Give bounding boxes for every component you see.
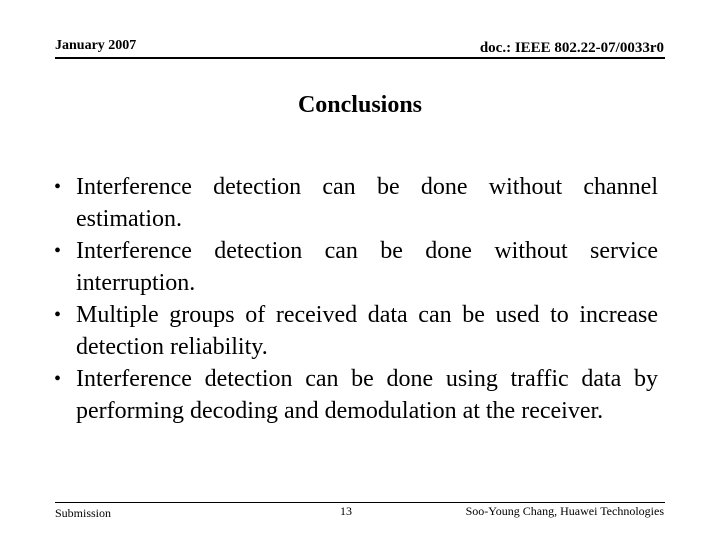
footer-submission: Submission bbox=[55, 506, 112, 520]
header-doc-id: doc.: IEEE 802.22-07/0033r0 bbox=[479, 40, 664, 56]
header-date: January 2007 bbox=[55, 38, 137, 53]
footer-author: Soo-Young Chang, Huawei Technologies bbox=[465, 504, 664, 518]
footer-page-number: 13 bbox=[340, 504, 352, 518]
bullet-item: • Multiple groups of received data can b… bbox=[54, 299, 658, 363]
bullet-text: Interference detection can be done witho… bbox=[76, 174, 658, 232]
bullet-item: • Interference detection can be done wit… bbox=[54, 171, 658, 235]
bullet-icon: • bbox=[54, 176, 62, 198]
slide: January 2007 doc.: IEEE 802.22-07/0033r0… bbox=[0, 0, 720, 540]
footer-divider bbox=[55, 502, 665, 503]
bullet-icon: • bbox=[54, 304, 62, 326]
bullet-item: • Interference detection can be done usi… bbox=[54, 363, 658, 427]
bullet-icon: • bbox=[54, 368, 62, 390]
header-divider bbox=[55, 57, 665, 59]
bullet-text: Multiple groups of received data can be … bbox=[76, 302, 658, 360]
bullet-icon: • bbox=[54, 240, 62, 262]
bullet-list: • Interference detection can be done wit… bbox=[54, 171, 658, 427]
bullet-text: Interference detection can be done witho… bbox=[76, 238, 658, 296]
bullet-text: Interference detection can be done using… bbox=[76, 366, 658, 424]
slide-title: Conclusions bbox=[297, 92, 423, 118]
bullet-item: • Interference detection can be done wit… bbox=[54, 235, 658, 299]
